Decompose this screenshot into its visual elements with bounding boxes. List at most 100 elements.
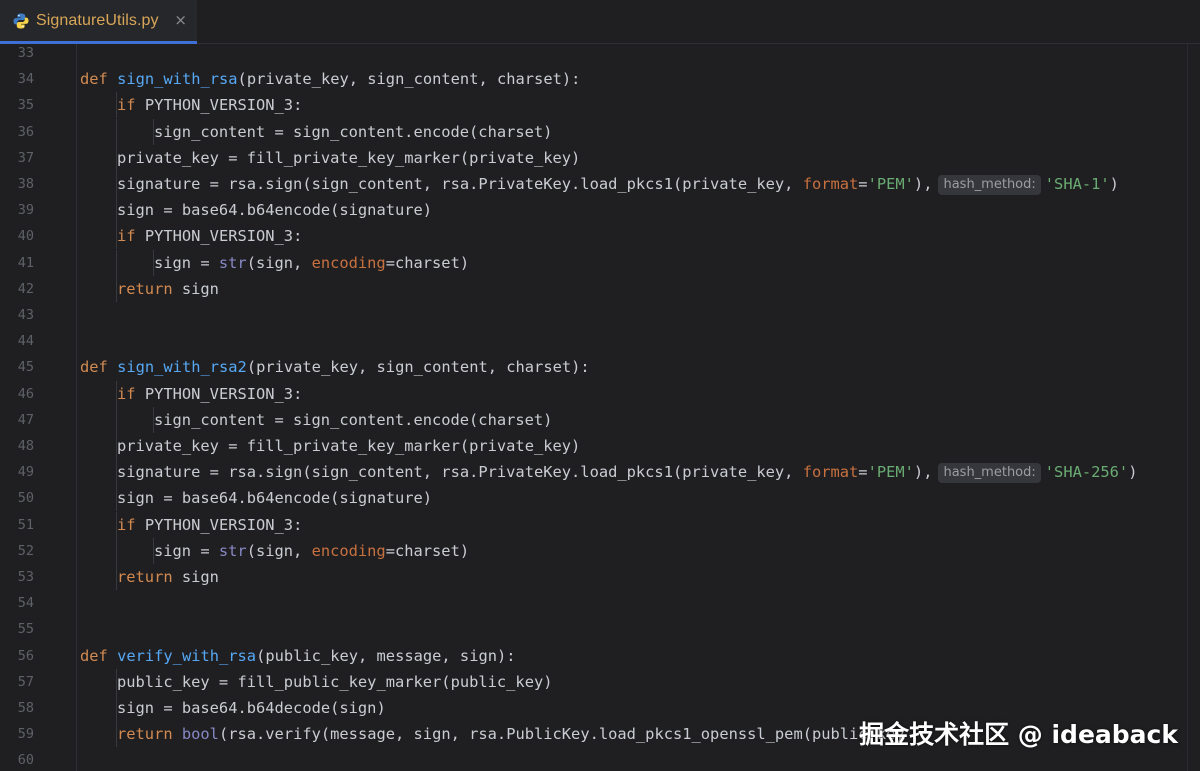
- code-line[interactable]: 48 private_key = fill_private_key_marker(…: [0, 433, 1200, 459]
- code-line[interactable]: 40 if PYTHON_VERSION_3:: [0, 223, 1200, 250]
- function-name-token: sign_with_rsa2: [117, 358, 247, 377]
- code-line[interactable]: 33: [0, 44, 1200, 66]
- line-number[interactable]: 52: [0, 538, 34, 564]
- keyword-argument-token: format: [802, 463, 859, 482]
- code-line[interactable]: 34 def sign_with_rsa(private_key, sign_co…: [0, 66, 1200, 92]
- code-line[interactable]: 37 private_key = fill_private_key_marker(…: [0, 144, 1200, 171]
- code-line[interactable]: 42 return sign: [0, 275, 1200, 302]
- code-line[interactable]: 45 def sign_with_rsa2(private_key, sign_c…: [0, 354, 1200, 380]
- code-line[interactable]: 57 public_key = fill_public_key_marker(pu…: [0, 668, 1200, 695]
- keyword-argument-token: format: [802, 175, 859, 193]
- line-number[interactable]: 53: [0, 564, 34, 590]
- code-line[interactable]: 51 if PYTHON_VERSION_3:: [0, 511, 1200, 538]
- keyword-argument-token: encoding: [311, 253, 386, 272]
- code-text: sign_content = sign_content.encode(chars…: [154, 407, 552, 433]
- code-text: if PYTHON_VERSION_3:: [117, 223, 302, 249]
- indent-guide: [116, 249, 117, 276]
- line-number[interactable]: 47: [0, 407, 34, 433]
- code-line[interactable]: 39 sign = base64.b64encode(signature): [0, 197, 1200, 224]
- line-number[interactable]: 35: [0, 92, 34, 118]
- keyword-token: return: [117, 725, 182, 744]
- line-number[interactable]: 36: [0, 119, 34, 145]
- code-line[interactable]: 47 sign_content = sign_content.encode(cha…: [0, 406, 1200, 433]
- line-number[interactable]: 41: [0, 250, 34, 276]
- line-number[interactable]: 59: [0, 721, 34, 747]
- line-number[interactable]: 48: [0, 433, 34, 459]
- code-token: =charset): [385, 541, 470, 560]
- code-line[interactable]: 53 return sign: [0, 564, 1200, 590]
- code-line[interactable]: 46 if PYTHON_VERSION_3:: [0, 380, 1200, 407]
- python-file-icon: [12, 12, 30, 30]
- code-token: PYTHON_VERSION_3:: [144, 227, 303, 246]
- function-name-token: sign_with_rsa: [117, 70, 238, 89]
- line-number[interactable]: 57: [0, 669, 34, 695]
- line-number[interactable]: 37: [0, 145, 34, 171]
- code-line[interactable]: 35 if PYTHON_VERSION_3:: [0, 92, 1200, 119]
- code-token: =charset): [385, 253, 470, 272]
- code-text: signature = rsa.sign(sign_content, rsa.P…: [117, 171, 1119, 197]
- code-token: public_key = fill_public_key_marker(publ…: [117, 672, 553, 691]
- line-number[interactable]: 38: [0, 171, 34, 197]
- code-token: private_key = fill_private_key_marker(pr…: [117, 148, 581, 167]
- keyword-token: def: [80, 358, 118, 377]
- line-number[interactable]: 33: [0, 44, 34, 66]
- indent-guide: [116, 118, 117, 145]
- line-number[interactable]: 42: [0, 276, 34, 302]
- code-line[interactable]: 36 sign_content = sign_content.encode(cha…: [0, 118, 1200, 145]
- line-number[interactable]: 50: [0, 485, 34, 511]
- code-token: ),: [913, 175, 933, 193]
- code-line[interactable]: 50 sign = base64.b64encode(signature): [0, 485, 1200, 512]
- code-line[interactable]: 52 sign = str(sign, encoding=charset): [0, 537, 1200, 564]
- code-token: (private_key, sign_content, charset):: [246, 358, 590, 377]
- code-text: sign = base64.b64decode(sign): [117, 695, 386, 721]
- code-line[interactable]: 55: [0, 616, 1200, 642]
- code-line[interactable]: 43: [0, 302, 1200, 328]
- line-number[interactable]: 40: [0, 223, 34, 249]
- line-number[interactable]: 45: [0, 354, 34, 380]
- code-token: signature = rsa.sign(sign_content, rsa.P…: [117, 175, 803, 193]
- code-token: PYTHON_VERSION_3:: [144, 515, 303, 534]
- line-number[interactable]: 58: [0, 695, 34, 721]
- code-line[interactable]: 41 sign = str(sign, encoding=charset): [0, 249, 1200, 276]
- code-token: =: [858, 175, 868, 193]
- code-text: if PYTHON_VERSION_3:: [117, 381, 302, 407]
- code-text: def sign_with_rsa(private_key, sign_cont…: [80, 66, 580, 92]
- code-text: sign = base64.b64encode(signature): [117, 197, 432, 223]
- line-number[interactable]: 54: [0, 590, 34, 616]
- code-line[interactable]: 54: [0, 590, 1200, 616]
- line-number[interactable]: 34: [0, 66, 34, 92]
- line-number[interactable]: 43: [0, 302, 34, 328]
- code-line[interactable]: 38 signature = rsa.sign(sign_content, rsa…: [0, 171, 1200, 197]
- line-number[interactable]: 44: [0, 328, 34, 354]
- code-editor[interactable]: 33 34 def sign_with_rsa(private_key, sign_…: [0, 44, 1200, 771]
- line-number[interactable]: 56: [0, 643, 34, 669]
- close-icon[interactable]: ×: [174, 11, 187, 29]
- line-number[interactable]: 51: [0, 512, 34, 538]
- code-text: def verify_with_rsa(public_key, message,…: [80, 643, 516, 669]
- line-number[interactable]: 49: [0, 459, 34, 485]
- line-number[interactable]: 60: [0, 747, 34, 771]
- code-token: (private_key, sign_content, charset):: [237, 70, 581, 89]
- line-number[interactable]: 39: [0, 197, 34, 223]
- tab-signatureutils-py[interactable]: SignatureUtils.py ×: [0, 0, 197, 44]
- code-token: (sign,: [246, 253, 312, 272]
- code-text: def sign_with_rsa2(private_key, sign_con…: [80, 354, 590, 380]
- code-token: private_key = fill_private_key_marker(pr…: [117, 437, 581, 455]
- line-number[interactable]: 55: [0, 616, 34, 642]
- line-number[interactable]: 46: [0, 381, 34, 407]
- code-token: (public_key, message, sign):: [256, 646, 516, 665]
- code-token: sign =: [154, 541, 219, 560]
- code-token: signature = rsa.sign(sign_content, rsa.P…: [117, 463, 803, 482]
- keyword-token: if: [117, 515, 145, 534]
- code-text: if PYTHON_VERSION_3:: [117, 512, 302, 538]
- indent-guide: [116, 406, 117, 433]
- code-line[interactable]: 56 def verify_with_rsa(public_key, messag…: [0, 643, 1200, 669]
- code-token: =: [858, 463, 868, 482]
- code-text: return bool(rsa.verify(message, sign, rs…: [117, 721, 905, 747]
- code-line[interactable]: 44: [0, 328, 1200, 354]
- parameter-hint: hash_method:: [938, 463, 1041, 484]
- keyword-token: if: [117, 384, 145, 403]
- parameter-hint: hash_method:: [938, 175, 1041, 195]
- code-text: public_key = fill_public_key_marker(publ…: [117, 669, 553, 695]
- code-line[interactable]: 49 signature = rsa.sign(sign_content, rsa…: [0, 459, 1200, 486]
